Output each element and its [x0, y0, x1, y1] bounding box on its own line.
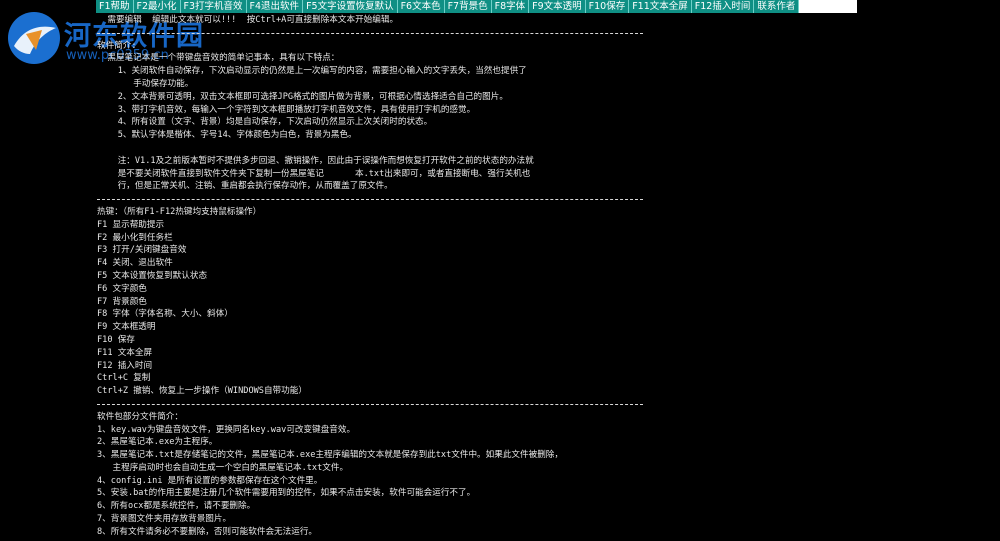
document-line: F4 关闭、退出软件 — [97, 258, 173, 269]
text-color-button[interactable]: F6文本色 — [397, 0, 445, 13]
document-line: 是不要关闭软件直接到软件文件夹下复制一份黑屋笔记 本.txt出来即可，或者直接断… — [97, 168, 531, 179]
separator-line — [97, 27, 697, 40]
document-line: F5 文本设置恢复到默认状态 — [97, 270, 208, 281]
document-line: 行，但是正常关机、注销、重启都会执行保存动作，从而覆盖了原文件。 — [97, 181, 393, 192]
document-line: 3、带打字机音效，每输入一个字符到文本框即播放打字机音效文件，具有使用打字机的感… — [97, 104, 476, 115]
document-line: 3、黑屋笔记本.txt是存储笔记的文件，黑屋笔记本.exe主程序编辑的文本就是保… — [97, 450, 563, 461]
document-line: F1 显示帮助提示 — [97, 219, 165, 230]
document-line: 主程序启动时也会自动生成一个空白的黑屋笔记本.txt文件。 — [97, 462, 349, 473]
document-line: F10 保存 — [97, 334, 135, 345]
exit-button[interactable]: F4退出软件 — [246, 0, 304, 13]
document-line: F7 背景颜色 — [97, 296, 147, 307]
document-line: 黑屋笔记本是一个带键盘音效的简单记事本，具有以下特点： — [97, 53, 340, 64]
document-line: 1、key.wav为键盘音效文件，更换同名key.wav可改变键盘音效。 — [97, 424, 356, 435]
typewriter-sound-button[interactable]: F3打字机音效 — [180, 0, 247, 13]
document-line: Ctrl+C 复制 — [97, 373, 151, 384]
document-line: F11 文本全屏 — [97, 347, 153, 358]
font-button[interactable]: F8字体 — [491, 0, 530, 13]
document-line: 5、默认字体是楷体、字号14、字体颜色为白色，背景为黑色。 — [97, 130, 357, 141]
document-line: 注：V1.1及之前版本暂时不提供多步回退、撤销操作，因此由于误操作而想恢复打开软… — [97, 155, 534, 166]
document-line: 8、所有文件请务必不要删除，否则可能软件会无法运行。 — [97, 526, 318, 537]
reset-text-settings-button[interactable]: F5文字设置恢复默认 — [303, 0, 398, 13]
document-line: F6 文字颜色 — [97, 283, 147, 294]
document-line: F9 文本框透明 — [97, 322, 156, 333]
separator-line — [97, 193, 697, 206]
document-line: 4、config.ini 是所有设置的参数都保存在这个文件里。 — [97, 475, 323, 486]
document-line: 热键：（所有F1-F12热键均支持鼠标操作） — [97, 206, 262, 217]
contact-author-button[interactable]: 联系作者 — [754, 0, 800, 13]
document-line: 6、所有ocx都是系统控件，请不要删除。 — [97, 501, 256, 512]
separator-line — [97, 398, 697, 411]
insert-time-button[interactable]: F12插入时间 — [691, 0, 755, 13]
document-line: 2、文本背景可透明，双击文本框即可选择JPG格式的图片做为背景，可根据心情选择适… — [97, 91, 508, 102]
toolbar-blank-area — [799, 0, 858, 13]
save-button[interactable]: F10保存 — [585, 0, 630, 13]
document-line: F12 插入时间 — [97, 360, 153, 371]
toolbar: F1帮助 F2最小化 F3打字机音效 F4退出软件 F5文字设置恢复默认 F6文… — [96, 0, 858, 13]
fullscreen-button[interactable]: F11文本全屏 — [629, 0, 692, 13]
document-line: 1、关闭软件自动保存，下次启动显示的仍然是上一次编写的内容，需要担心输入的文字丢… — [97, 66, 527, 77]
document-line: 4、所有设置（文字、背景）均是自动保存，下次启动仍然显示上次关闭时的状态。 — [97, 117, 433, 128]
site-logo-icon — [8, 12, 60, 64]
document-line: Ctrl+Z 撤销、恢复上一步操作（WINDOWS自带功能） — [97, 386, 307, 397]
document-line: 软件包部分文件简介： — [97, 411, 183, 422]
document-line: 7、背景图文件夹用存放背景图片。 — [97, 514, 232, 525]
document-line: F2 最小化到任务栏 — [97, 232, 173, 243]
text-transparency-button[interactable]: F9文本透明 — [529, 0, 586, 13]
help-button[interactable]: F1帮助 — [96, 0, 134, 13]
document-line: F8 字体（字体名称、大小、斜体） — [97, 309, 233, 320]
document-line: 需要编辑 编辑此文本就可以!!! 按Ctrl+A可直接删除本文本开始编辑。 — [97, 15, 399, 25]
notepad-text-area[interactable]: 需要编辑 编辑此文本就可以!!! 按Ctrl+A可直接删除本文本开始编辑。 软件简… — [97, 14, 697, 539]
document-line: 2、黑屋笔记本.exe为主程序。 — [97, 437, 218, 448]
document-line: F3 打开/关闭键盘音效 — [97, 245, 187, 256]
document-line: 5、安装.bat的作用主要是注册几个软件需要用到的控件，如果不点击安装，软件可能… — [97, 488, 476, 499]
document-line: 手动保存功能。 — [97, 78, 194, 89]
minimize-button[interactable]: F2最小化 — [133, 0, 181, 13]
document-line: 软件简介: — [97, 40, 137, 51]
background-color-button[interactable]: F7背景色 — [444, 0, 492, 13]
